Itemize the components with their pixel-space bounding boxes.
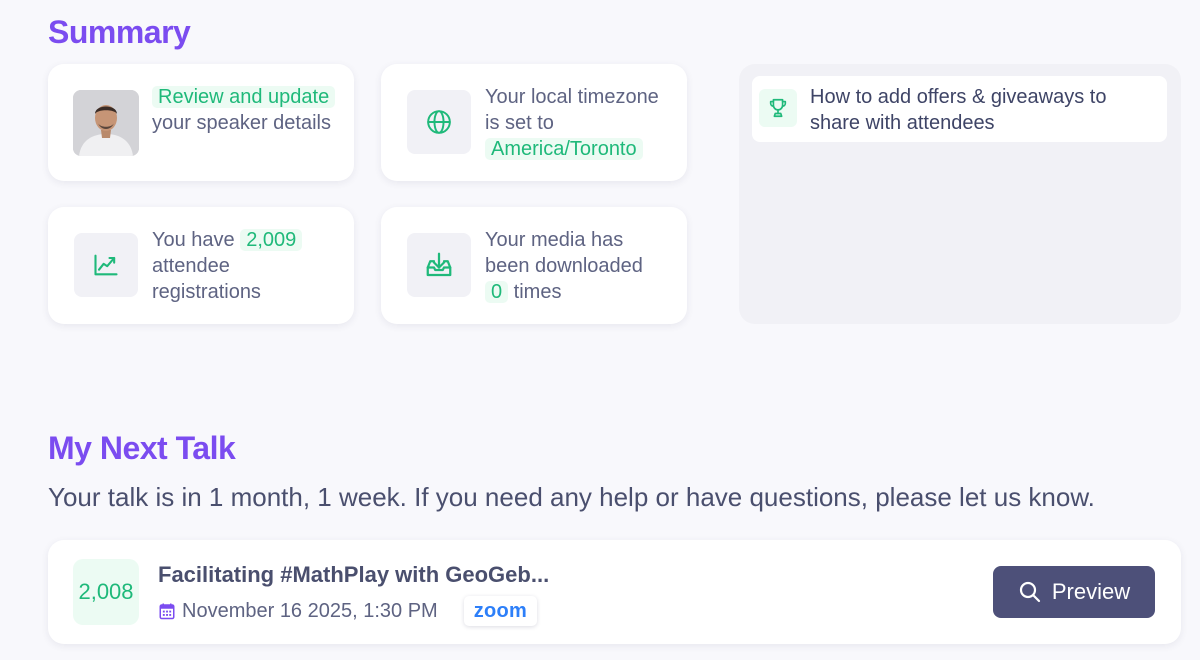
globe-icon	[427, 110, 451, 134]
download-icon-box	[407, 233, 471, 297]
next-talk-heading: My Next Talk	[48, 430, 236, 466]
resources-panel: How to add offers & giveaways to share w…	[739, 64, 1181, 324]
timezone-value: America/Toronto	[485, 138, 643, 160]
avatar	[73, 90, 139, 156]
talk-title[interactable]: Facilitating #MathPlay with GeoGeb...	[158, 562, 549, 588]
registrations-text: You have 2,009 attendee registrations	[152, 227, 338, 305]
registrations-card: You have 2,009 attendee registrations	[48, 207, 354, 324]
summary-heading: Summary	[48, 14, 191, 50]
speaker-details-card: Review and update your speaker details	[48, 64, 354, 181]
registrations-count: 2,009	[240, 229, 303, 251]
media-suffix: times	[508, 281, 562, 303]
registrations-prefix: You have	[152, 229, 241, 251]
timezone-text: Your local timezone is set to America/To…	[485, 84, 671, 162]
review-update-link[interactable]: Review and update	[152, 86, 336, 108]
preview-button[interactable]: Preview	[993, 566, 1155, 618]
media-downloads-text: Your media has been downloaded 0 times	[485, 227, 671, 305]
talk-registration-count: 2,008	[73, 559, 139, 625]
next-talk-card: 2,008 Facilitating #MathPlay with GeoGeb…	[48, 540, 1181, 644]
preview-button-label: Preview	[1051, 579, 1131, 604]
trending-up-icon	[94, 254, 118, 276]
media-downloads-card: Your media has been downloaded 0 times	[381, 207, 687, 324]
talk-date: November 16 2025, 1:30 PM	[182, 599, 438, 622]
globe-icon-box	[407, 90, 471, 154]
next-talk-message: Your talk is in 1 month, 1 week. If you …	[48, 482, 1095, 512]
calendar-icon	[159, 603, 175, 620]
speaker-dashboard: Summary Review and update your speaker d…	[0, 0, 1200, 660]
timezone-prefix: Your local timezone is set to	[485, 86, 659, 134]
offers-giveaways-label: How to add offers & giveaways to share w…	[810, 86, 1107, 134]
speaker-details-text: Review and update your speaker details	[152, 84, 338, 136]
registrations-suffix: attendee registrations	[152, 255, 261, 303]
talk-meta: November 16 2025, 1:30 PM zoom	[158, 596, 538, 626]
speaker-details-rest: your speaker details	[152, 112, 331, 134]
offers-giveaways-link[interactable]: How to add offers & giveaways to share w…	[752, 76, 1167, 142]
download-tray-icon	[426, 252, 452, 277]
search-icon	[1019, 581, 1040, 603]
media-download-count: 0	[485, 281, 509, 303]
trophy-icon-box	[759, 89, 797, 127]
trophy-icon	[769, 98, 787, 118]
zoom-platform-badge: zoom	[463, 596, 538, 626]
timezone-card: Your local timezone is set to America/To…	[381, 64, 687, 181]
media-prefix: Your media has been downloaded	[485, 229, 643, 277]
trend-icon-box	[74, 233, 138, 297]
